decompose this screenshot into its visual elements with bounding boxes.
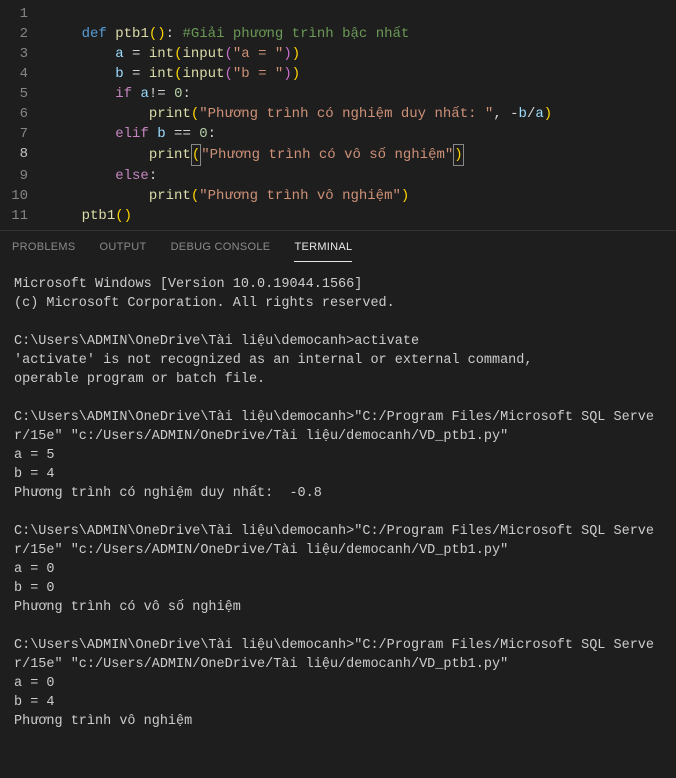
line-number: 4 xyxy=(0,64,48,84)
line-number: 5 xyxy=(0,84,48,104)
terminal-line: b = 0 xyxy=(14,579,662,598)
terminal-line: Phương trình có vô số nghiệm xyxy=(14,598,662,617)
tab-terminal[interactable]: TERMINAL xyxy=(294,237,352,262)
tab-debug-console[interactable]: DEBUG CONSOLE xyxy=(171,237,271,262)
line-number: 1 xyxy=(0,4,48,24)
code-line[interactable]: 10 print("Phương trình vô nghiệm") xyxy=(0,186,676,206)
code-line[interactable]: 8 print("Phương trình có vô số nghiệm") xyxy=(0,144,676,166)
code-editor[interactable]: 12 def ptb1(): #Giải phương trình bậc nh… xyxy=(0,0,676,230)
terminal-line xyxy=(14,617,662,636)
terminal-line: 'activate' is not recognized as an inter… xyxy=(14,351,662,370)
terminal-line: Phương trình vô nghiệm xyxy=(14,712,662,731)
line-number: 9 xyxy=(0,166,48,186)
code-line[interactable]: 3 a = int(input("a = ")) xyxy=(0,44,676,64)
terminal-line: C:\Users\ADMIN\OneDrive\Tài liệu\democan… xyxy=(14,522,662,560)
line-number: 6 xyxy=(0,104,48,124)
code-content[interactable]: print("Phương trình có nghiệm duy nhất: … xyxy=(48,104,676,124)
terminal-line: operable program or batch file. xyxy=(14,370,662,389)
line-number: 3 xyxy=(0,44,48,64)
line-number: 7 xyxy=(0,124,48,144)
terminal-line xyxy=(14,313,662,332)
code-line[interactable]: 4 b = int(input("b = ")) xyxy=(0,64,676,84)
code-content[interactable]: def ptb1(): #Giải phương trình bậc nhất xyxy=(48,24,676,44)
terminal-line: C:\Users\ADMIN\OneDrive\Tài liệu\democan… xyxy=(14,636,662,674)
terminal-output[interactable]: Microsoft Windows [Version 10.0.19044.15… xyxy=(0,263,676,743)
code-content[interactable]: b = int(input("b = ")) xyxy=(48,64,676,84)
code-line[interactable]: 6 print("Phương trình có nghiệm duy nhất… xyxy=(0,104,676,124)
code-content[interactable]: if a!= 0: xyxy=(48,84,676,104)
terminal-line: b = 4 xyxy=(14,465,662,484)
bottom-panel: PROBLEMS OUTPUT DEBUG CONSOLE TERMINAL M… xyxy=(0,230,676,743)
terminal-line: C:\Users\ADMIN\OneDrive\Tài liệu\democan… xyxy=(14,408,662,446)
line-number: 2 xyxy=(0,24,48,44)
code-content[interactable] xyxy=(48,4,676,24)
code-content[interactable]: ptb1() xyxy=(48,206,676,226)
line-number: 11 xyxy=(0,206,48,226)
code-content[interactable]: print("Phương trình có vô số nghiệm") xyxy=(48,144,676,166)
code-content[interactable]: print("Phương trình vô nghiệm") xyxy=(48,186,676,206)
code-content[interactable]: else: xyxy=(48,166,676,186)
code-line[interactable]: 11 ptb1() xyxy=(0,206,676,226)
terminal-line xyxy=(14,503,662,522)
terminal-line: C:\Users\ADMIN\OneDrive\Tài liệu\democan… xyxy=(14,332,662,351)
code-line[interactable]: 7 elif b == 0: xyxy=(0,124,676,144)
code-line[interactable]: 5 if a!= 0: xyxy=(0,84,676,104)
tab-problems[interactable]: PROBLEMS xyxy=(12,237,76,262)
code-content[interactable]: elif b == 0: xyxy=(48,124,676,144)
tab-output[interactable]: OUTPUT xyxy=(100,237,147,262)
code-line[interactable]: 1 xyxy=(0,4,676,24)
line-number: 8 xyxy=(0,144,48,166)
terminal-line: Microsoft Windows [Version 10.0.19044.15… xyxy=(14,275,662,294)
code-content[interactable]: a = int(input("a = ")) xyxy=(48,44,676,64)
terminal-line: (c) Microsoft Corporation. All rights re… xyxy=(14,294,662,313)
line-number: 10 xyxy=(0,186,48,206)
terminal-line: a = 0 xyxy=(14,674,662,693)
terminal-line: b = 4 xyxy=(14,693,662,712)
panel-tabs: PROBLEMS OUTPUT DEBUG CONSOLE TERMINAL xyxy=(0,231,676,263)
code-line[interactable]: 2 def ptb1(): #Giải phương trình bậc nhấ… xyxy=(0,24,676,44)
terminal-line: Phương trình có nghiệm duy nhất: -0.8 xyxy=(14,484,662,503)
terminal-line xyxy=(14,389,662,408)
code-line[interactable]: 9 else: xyxy=(0,166,676,186)
terminal-line: a = 5 xyxy=(14,446,662,465)
terminal-line: a = 0 xyxy=(14,560,662,579)
